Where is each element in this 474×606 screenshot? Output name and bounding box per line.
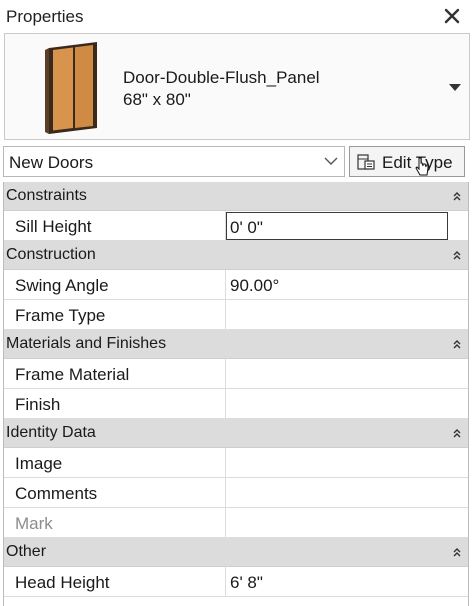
property-name: Mark bbox=[4, 508, 226, 537]
swing-angle-value[interactable]: 90.00° bbox=[226, 270, 468, 299]
property-row-comments: Comments bbox=[4, 478, 468, 508]
group-other[interactable]: Other bbox=[4, 538, 468, 567]
comments-value[interactable] bbox=[226, 478, 468, 507]
close-icon[interactable] bbox=[440, 3, 464, 29]
property-value-text: 90.00° bbox=[230, 276, 280, 295]
chevron-down-icon[interactable] bbox=[324, 156, 338, 166]
group-label: Other bbox=[6, 543, 47, 560]
group-constraints[interactable]: Constraints bbox=[4, 182, 468, 211]
collapse-icon[interactable] bbox=[452, 428, 462, 438]
panel-title: Properties bbox=[6, 7, 84, 26]
property-name-text: Frame Type bbox=[15, 306, 106, 325]
property-name: Frame Type bbox=[4, 300, 226, 329]
filter-value: New Doors bbox=[9, 153, 94, 172]
property-name: Sill Height bbox=[4, 211, 226, 240]
group-label: Constraints bbox=[6, 187, 87, 204]
property-name-text: Mark bbox=[15, 514, 53, 533]
property-name-text: Finish bbox=[15, 395, 61, 414]
collapse-icon[interactable] bbox=[452, 547, 462, 557]
property-row-frame-type: Frame Type bbox=[4, 300, 468, 330]
property-value-text: 6' 8" bbox=[230, 573, 263, 592]
image-value[interactable] bbox=[226, 448, 468, 477]
property-row-image: Image bbox=[4, 448, 468, 478]
property-row-swing-angle: Swing Angle 90.00° bbox=[4, 270, 468, 300]
property-row-mark: Mark bbox=[4, 508, 468, 538]
property-name-text: Sill Height bbox=[15, 217, 92, 236]
collapse-icon[interactable] bbox=[452, 339, 462, 349]
type-size: 68" x 80" bbox=[123, 90, 191, 109]
filter-row: New Doors Edit Type bbox=[0, 144, 474, 180]
property-name: Frame Material bbox=[4, 359, 226, 388]
type-selector[interactable]: Door-Double-Flush_Panel 68" x 80" bbox=[4, 33, 470, 140]
properties-titlebar: Properties bbox=[0, 0, 474, 33]
property-name-text: Image bbox=[15, 454, 63, 473]
property-name: Image bbox=[4, 448, 226, 477]
group-label: Materials and Finishes bbox=[6, 335, 167, 352]
property-name-text: Head Height bbox=[15, 573, 110, 592]
collapse-icon[interactable] bbox=[452, 191, 462, 201]
property-row-head-height: Head Height 6' 8" bbox=[4, 567, 468, 597]
sill-height-input[interactable]: 0' 0" bbox=[226, 212, 448, 240]
group-label: Identity Data bbox=[6, 424, 96, 441]
property-name: Comments bbox=[4, 478, 226, 507]
instance-filter-select[interactable]: New Doors bbox=[3, 146, 345, 177]
group-materials-and-finishes[interactable]: Materials and Finishes bbox=[4, 330, 468, 359]
property-name-text: Swing Angle bbox=[15, 276, 109, 295]
property-name: Swing Angle bbox=[4, 270, 226, 299]
frame-type-value[interactable] bbox=[226, 300, 468, 329]
group-construction[interactable]: Construction bbox=[4, 241, 468, 270]
property-row-sill-height: Sill Height 0' 0" bbox=[4, 211, 468, 241]
mouse-cursor-icon bbox=[415, 157, 429, 176]
frame-material-value[interactable] bbox=[226, 359, 468, 388]
property-name-text: Comments bbox=[15, 484, 98, 503]
property-row-finish: Finish bbox=[4, 389, 468, 419]
property-name: Head Height bbox=[4, 567, 226, 596]
property-row-frame-material: Frame Material bbox=[4, 359, 468, 389]
edit-type-button[interactable]: Edit Type bbox=[349, 146, 465, 177]
property-value-text: 0' 0" bbox=[230, 218, 263, 237]
property-name: Finish bbox=[4, 389, 226, 418]
edit-type-icon bbox=[357, 154, 375, 170]
properties-grid: Constraints Sill Height 0' 0" Constructi… bbox=[3, 182, 469, 606]
finish-value[interactable] bbox=[226, 389, 468, 418]
door-preview-icon bbox=[45, 42, 97, 134]
type-dropdown-icon[interactable] bbox=[449, 84, 461, 92]
mark-value bbox=[226, 508, 468, 537]
collapse-icon[interactable] bbox=[452, 250, 462, 260]
group-identity-data[interactable]: Identity Data bbox=[4, 419, 468, 448]
group-label: Construction bbox=[6, 246, 96, 263]
property-name-text: Frame Material bbox=[15, 365, 130, 384]
type-family-name: Door-Double-Flush_Panel bbox=[123, 68, 320, 87]
head-height-value[interactable]: 6' 8" bbox=[226, 567, 468, 596]
